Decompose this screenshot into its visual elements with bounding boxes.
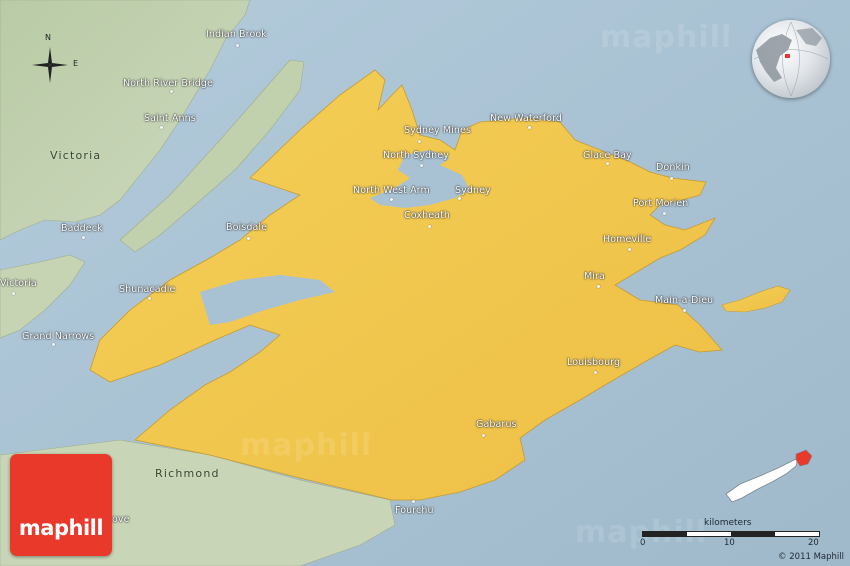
place-dot xyxy=(236,44,239,47)
scale-tick: 0 xyxy=(640,538,646,548)
place-dot xyxy=(160,126,163,129)
place-label[interactable]: Sydney Mines xyxy=(404,125,471,136)
place-dot xyxy=(683,309,686,312)
globe-icon xyxy=(753,21,829,97)
place-dot xyxy=(148,297,151,300)
compass-e-label: E xyxy=(73,59,79,68)
place-label[interactable]: Victoria xyxy=(0,278,37,289)
place-label[interactable]: Fourchu xyxy=(395,505,434,516)
place-dot xyxy=(82,236,85,239)
compass-n-label: N xyxy=(45,33,52,42)
inset-highlight xyxy=(795,449,813,467)
place-label[interactable]: North West Arm xyxy=(353,185,430,196)
scale-tick: 10 xyxy=(724,538,735,548)
place-label[interactable]: Port Morien xyxy=(633,198,688,209)
logo-text: maphill xyxy=(18,516,104,540)
place-label[interactable]: Mira xyxy=(584,271,605,282)
place-dot xyxy=(458,197,461,200)
compass-icon xyxy=(32,47,68,83)
place-label[interactable]: Coxheath xyxy=(404,210,450,221)
map-canvas[interactable]: maphill maphill maphill N E Victoria Ric… xyxy=(0,0,850,566)
place-label[interactable]: Main-a-Dieu xyxy=(655,295,713,306)
place-label[interactable]: ove xyxy=(112,514,130,525)
place-dot xyxy=(170,90,173,93)
place-dot xyxy=(420,164,423,167)
place-dot xyxy=(528,126,531,129)
scale-tick: 20 xyxy=(808,538,819,548)
place-dot xyxy=(428,225,431,228)
place-dot xyxy=(594,371,597,374)
place-dot xyxy=(597,285,600,288)
place-label[interactable]: Louisbourg xyxy=(567,357,620,368)
place-label[interactable]: Gabarus xyxy=(476,419,517,430)
place-label[interactable]: Shunacadie xyxy=(119,284,175,295)
place-dot xyxy=(412,500,415,503)
place-label[interactable]: Glace Bay xyxy=(583,150,632,161)
watermark: maphill xyxy=(600,20,733,55)
place-dot xyxy=(12,292,15,295)
place-label[interactable]: Donkin xyxy=(656,162,690,173)
place-label[interactable]: Indian Brook xyxy=(206,29,267,40)
region-label-richmond: Richmond xyxy=(155,467,220,480)
place-dot xyxy=(390,198,393,201)
place-dot xyxy=(482,434,485,437)
scale-title: kilometers xyxy=(704,518,752,528)
copyright-text: © 2011 Maphill xyxy=(778,552,844,562)
region-label-victoria: Victoria xyxy=(50,149,102,162)
watermark: maphill xyxy=(240,428,373,463)
place-label[interactable]: North Sydney xyxy=(383,150,449,161)
place-dot xyxy=(628,248,631,251)
place-label[interactable]: Boisdale xyxy=(226,222,267,233)
place-label[interactable]: Baddeck xyxy=(61,223,103,234)
place-dot xyxy=(247,237,250,240)
place-label[interactable]: New Waterford xyxy=(490,113,562,124)
scale-bar: kilometers 0 10 20 xyxy=(640,518,820,548)
locator-marker xyxy=(785,54,790,58)
maphill-logo[interactable]: maphill xyxy=(10,454,112,556)
place-dot xyxy=(670,177,673,180)
place-dot xyxy=(52,343,55,346)
place-dot xyxy=(663,212,666,215)
place-label[interactable]: Saint Anns xyxy=(144,113,196,124)
place-dot xyxy=(606,162,609,165)
locator-globe xyxy=(752,20,830,98)
inset-map xyxy=(725,449,813,503)
place-label[interactable]: Homeville xyxy=(603,234,651,245)
place-label[interactable]: Grand Narrows xyxy=(22,331,94,342)
place-label[interactable]: North River Bridge xyxy=(123,78,213,89)
place-label[interactable]: Sydney xyxy=(455,185,491,196)
place-dot xyxy=(418,140,421,143)
scale-bar-graphic xyxy=(642,531,820,537)
